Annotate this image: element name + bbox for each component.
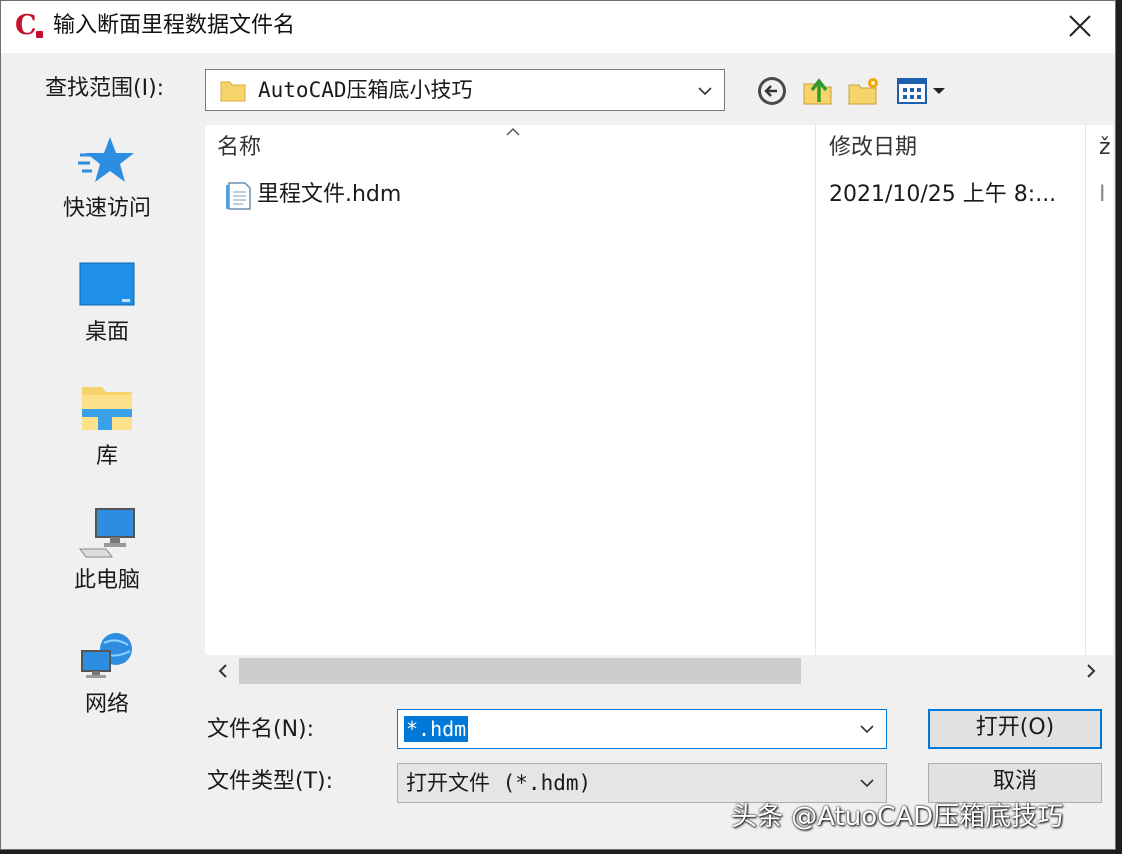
places-bar: 快速访问 桌面 库 此电脑 网络 <box>45 125 169 725</box>
horizontal-scrollbar[interactable] <box>205 655 1113 687</box>
desktop-icon <box>79 262 135 306</box>
place-label: 桌面 <box>84 320 129 345</box>
place-network[interactable]: 网络 <box>45 629 169 739</box>
scroll-left-icon[interactable] <box>215 663 231 679</box>
file-type-label: 文件类型(T): <box>207 769 334 794</box>
place-quick-access[interactable]: 快速访问 <box>45 133 169 243</box>
look-in-label: 查找范围(I): <box>45 76 165 101</box>
watermark-text: 头条 @AtuoCAD压箱底技巧 <box>731 802 1064 832</box>
open-button[interactable]: 打开(O) <box>928 709 1102 749</box>
chevron-down-icon[interactable] <box>858 720 876 738</box>
app-icon-letter: C <box>15 10 37 41</box>
place-label: 此电脑 <box>73 568 140 593</box>
autocad-app-icon: C <box>15 11 43 41</box>
close-icon <box>1069 15 1091 37</box>
file-type-value: 打开文件 (*.hdm) <box>406 771 592 795</box>
up-folder-icon <box>803 78 832 105</box>
place-libraries[interactable]: 库 <box>45 381 169 491</box>
file-type-dropdown[interactable]: 打开文件 (*.hdm) <box>397 763 887 803</box>
file-list[interactable]: 名称 修改日期 ž 里程文件.hdm 2021/10/25 上午 8:... I <box>205 125 1113 687</box>
network-icon <box>81 633 132 678</box>
view-menu-icon <box>897 78 945 104</box>
chevron-down-icon <box>860 779 874 788</box>
scrollbar-thumb[interactable] <box>239 658 801 684</box>
open-file-dialog: C 输入断面里程数据文件名 查找范围(I): AutoCAD压箱底小技巧 快速访… <box>0 0 1116 850</box>
scroll-right-icon[interactable] <box>1083 663 1099 679</box>
sort-ascending-icon <box>506 127 520 136</box>
file-name: 里程文件.hdm <box>257 182 402 207</box>
dialog-title: 输入断面里程数据文件名 <box>53 13 296 38</box>
chevron-down-icon <box>698 87 712 96</box>
column-header-date-modified[interactable]: 修改日期 <box>829 131 917 165</box>
file-name-input[interactable]: *.hdm <box>397 709 887 749</box>
file-type: I <box>1099 182 1106 207</box>
look-in-value: AutoCAD压箱底小技巧 <box>258 78 473 102</box>
place-label: 库 <box>95 444 118 469</box>
up-folder-button[interactable] <box>801 74 835 108</box>
document-file-icon <box>226 182 251 210</box>
folder-icon <box>220 81 246 102</box>
file-row[interactable]: 里程文件.hdm 2021/10/25 上午 8:... I <box>205 175 1106 215</box>
look-in-dropdown[interactable]: AutoCAD压箱底小技巧 <box>205 69 725 111</box>
place-label: 网络 <box>84 692 129 717</box>
title-bar: C 输入断面里程数据文件名 <box>1 1 1115 53</box>
place-label: 快速访问 <box>62 196 151 221</box>
cancel-button[interactable]: 取消 <box>928 763 1102 803</box>
back-icon <box>758 77 786 105</box>
view-menu-button[interactable] <box>895 74 949 108</box>
column-header-name[interactable]: 名称 <box>217 131 261 165</box>
new-folder-icon <box>848 78 878 105</box>
place-desktop[interactable]: 桌面 <box>45 257 169 367</box>
back-button[interactable] <box>755 74 789 108</box>
file-name-value: *.hdm <box>404 716 469 742</box>
libraries-icon <box>82 387 132 430</box>
place-this-pc[interactable]: 此电脑 <box>45 505 169 615</box>
file-date-modified: 2021/10/25 上午 8:... <box>829 182 1057 207</box>
quick-access-star-icon <box>78 137 134 182</box>
this-pc-icon <box>79 508 135 558</box>
file-name-label: 文件名(N): <box>207 717 315 742</box>
column-header-type[interactable]: ž <box>1099 131 1111 165</box>
close-button[interactable] <box>1065 11 1095 41</box>
new-folder-button[interactable] <box>847 74 881 108</box>
